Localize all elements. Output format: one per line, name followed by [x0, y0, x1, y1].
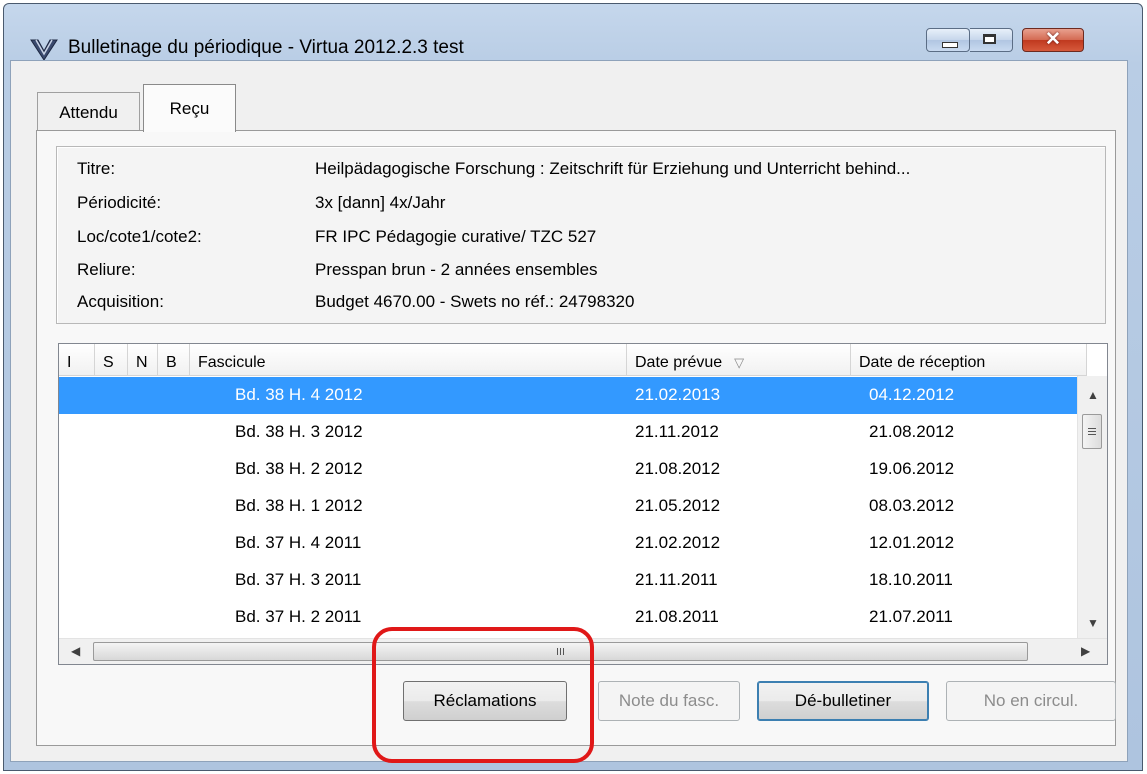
grip-line: [1088, 428, 1096, 429]
cell-date-reception: 21.08.2012: [869, 422, 955, 441]
cell-date-prevue: 21.11.2011: [635, 570, 718, 589]
virtua-v-icon: [30, 39, 58, 61]
column-header-date-prevue[interactable]: Date prévue ▽: [627, 344, 851, 376]
close-icon: ✕: [1045, 29, 1061, 50]
table-row[interactable]: Bd. 38 H. 1 2012 21.05.2012 08.03.2012: [59, 488, 1077, 525]
cell-date-reception: 19.06.2012: [869, 459, 955, 478]
cell-date-prevue: 21.08.2011: [635, 607, 719, 626]
info-label: Loc/cote1/cote2:: [77, 227, 202, 246]
info-value: Heilpädagogische Forschung : Zeitschrift…: [315, 159, 911, 178]
column-header-s[interactable]: S: [95, 344, 128, 376]
tab-recu[interactable]: Reçu: [143, 84, 236, 132]
cell-fascicule: Bd. 38 H. 1 2012: [235, 496, 363, 515]
maximize-button[interactable]: [970, 28, 1013, 52]
scroll-up-arrow-icon[interactable]: ▲: [1087, 388, 1099, 402]
no-en-circul-button[interactable]: No en circul.: [946, 681, 1116, 721]
table-row[interactable]: Bd. 38 H. 2 2012 21.08.2012 19.06.2012: [59, 451, 1077, 488]
vertical-scroll-thumb[interactable]: [1082, 414, 1102, 449]
cell-date-prevue: 21.02.2012: [635, 533, 721, 552]
note-du-fasc-button[interactable]: Note du fasc.: [598, 681, 740, 721]
cell-fascicule: Bd. 37 H. 2 2011: [235, 607, 362, 626]
column-header-fascicule[interactable]: Fascicule: [190, 344, 627, 376]
grip-line: [1088, 434, 1096, 435]
table-row[interactable]: Bd. 38 H. 4 2012 21.02.2013 04.12.2012: [59, 377, 1077, 414]
info-value: 3x [dann] 4x/Jahr: [315, 193, 446, 212]
cell-date-prevue: 21.02.2013: [635, 385, 721, 404]
info-label: Reliure:: [77, 260, 136, 279]
cell-fascicule: Bd. 38 H. 3 2012: [235, 422, 363, 441]
scroll-right-arrow-icon[interactable]: ▶: [1081, 644, 1090, 658]
scroll-left-arrow-icon[interactable]: ◀: [71, 644, 80, 658]
table-row[interactable]: Bd. 38 H. 3 2012 21.11.2012 21.08.2012: [59, 414, 1077, 451]
cell-date-prevue: 21.11.2012: [635, 422, 719, 441]
tab-attendu[interactable]: Attendu: [37, 92, 140, 130]
table-row[interactable]: Bd. 37 H. 3 2011 21.11.2011 18.10.2011: [59, 562, 1077, 599]
de-bulletiner-button[interactable]: Dé-bulletiner: [757, 681, 929, 721]
cell-fascicule: Bd. 37 H. 4 2011: [235, 533, 362, 552]
cell-date-prevue: 21.08.2012: [635, 459, 721, 478]
column-header-date-reception[interactable]: Date de réception: [851, 344, 1087, 376]
minimize-button[interactable]: [926, 28, 970, 52]
column-header-i[interactable]: I: [59, 344, 95, 376]
column-header-n[interactable]: N: [128, 344, 158, 376]
sort-descending-icon: ▽: [734, 355, 745, 370]
cell-date-reception: 08.03.2012: [869, 496, 955, 515]
highlight-annotation: [372, 627, 594, 763]
cell-fascicule: Bd. 38 H. 2 2012: [235, 459, 363, 478]
cell-date-reception: 04.12.2012: [869, 385, 955, 404]
cell-date-prevue: 21.05.2012: [635, 496, 721, 515]
cell-date-reception: 12.01.2012: [869, 533, 955, 552]
column-header-b[interactable]: B: [158, 344, 190, 376]
info-value: Budget 4670.00 - Swets no réf.: 24798320: [315, 292, 635, 311]
info-label: Acquisition:: [77, 292, 164, 311]
cell-fascicule: Bd. 37 H. 3 2011: [235, 570, 362, 589]
cell-fascicule: Bd. 38 H. 4 2012: [235, 385, 363, 404]
minimize-icon: [942, 42, 958, 48]
info-label: Titre:: [77, 159, 116, 178]
window-title: Bulletinage du périodique - Virtua 2012.…: [68, 37, 464, 58]
info-label: Périodicité:: [77, 193, 162, 212]
table-row[interactable]: Bd. 37 H. 4 2011 21.02.2012 12.01.2012: [59, 525, 1077, 562]
issues-table: I S N B Fascicule Date prévue ▽ Date de r…: [58, 343, 1108, 665]
cell-date-reception: 18.10.2011: [869, 570, 953, 589]
close-button[interactable]: ✕: [1022, 28, 1084, 52]
info-value: Presspan brun - 2 années ensembles: [315, 260, 598, 279]
grip-line: [1088, 431, 1096, 432]
serial-info-panel: Titre: Heilpädagogische Forschung : Zeit…: [56, 146, 1106, 324]
info-value: FR IPC Pédagogie curative/ TZC 527: [315, 227, 597, 246]
maximize-icon: [983, 34, 996, 44]
column-label: Date prévue: [635, 354, 723, 371]
cell-date-reception: 21.07.2011: [869, 607, 953, 626]
scroll-down-arrow-icon[interactable]: ▼: [1087, 616, 1099, 630]
vertical-scrollbar[interactable]: ▲ ▼: [1077, 376, 1107, 638]
